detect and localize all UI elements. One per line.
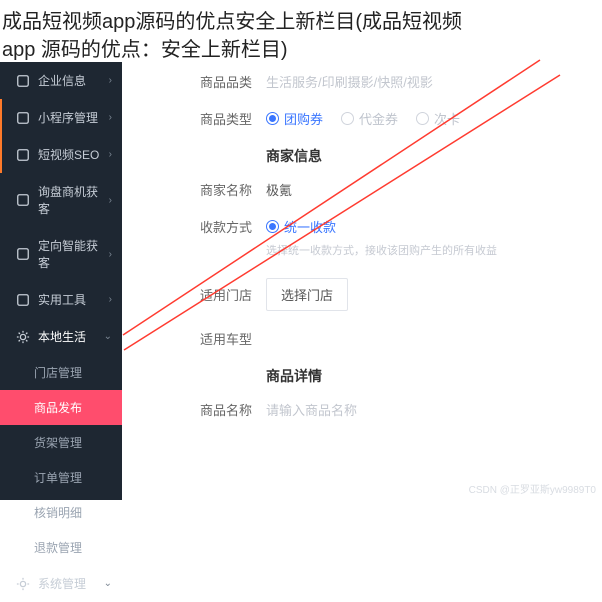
- sidebar-item-system[interactable]: 系统管理 ⌄: [0, 565, 122, 602]
- merchant-name-value[interactable]: 极氪: [266, 180, 292, 199]
- sidebar-sub-item-5[interactable]: 退款管理: [34, 530, 122, 565]
- merchant-name-label: 商家名称: [162, 180, 252, 199]
- radio-label: 团购券: [284, 109, 323, 128]
- radio-icon: [416, 112, 429, 125]
- car-type-label: 适用车型: [162, 329, 252, 348]
- tool-icon: [16, 293, 30, 307]
- grid-icon: [16, 111, 30, 125]
- sidebar-item-5[interactable]: 实用工具 ›: [0, 281, 122, 318]
- gear-icon: [16, 330, 30, 344]
- sidebar-item-label: 询盘商机获客: [38, 183, 109, 217]
- sidebar-sub-item-4[interactable]: 核销明细: [34, 495, 122, 530]
- sidebar-item-0[interactable]: 企业信息 ›: [0, 62, 122, 99]
- chevron-down-icon: ⌄: [104, 578, 112, 589]
- sidebar-sub-item-2[interactable]: 货架管理: [34, 425, 122, 460]
- sidebar-item-label: 本地生活: [38, 328, 86, 345]
- sidebar-item-label: 定向智能获客: [38, 237, 109, 271]
- chevron-right-icon: ›: [109, 149, 112, 160]
- form-content: 商品品类 生活服务/印刷摄影/快照/视影 商品类型 团购券代金券次卡 商家信息 …: [122, 62, 602, 500]
- merchant-section-title: 商家信息: [122, 146, 602, 166]
- sidebar-item-label: 小程序管理: [38, 109, 98, 126]
- product-name-input[interactable]: 请输入商品名称: [266, 400, 357, 419]
- watermark: CSDN @正罗亚斯yw9989T0: [469, 481, 596, 496]
- sidebar-item-1[interactable]: 小程序管理 ›: [0, 99, 122, 136]
- chevron-right-icon: ›: [109, 195, 112, 206]
- sidebar-item-label: 系统管理: [38, 575, 86, 592]
- payment-label: 收款方式: [162, 217, 252, 236]
- video-icon: [16, 148, 30, 162]
- sidebar-item-2[interactable]: 短视频SEO ›: [0, 136, 122, 173]
- store-label: 适用门店: [162, 285, 252, 304]
- radio-icon: [266, 112, 279, 125]
- product-type-label: 商品类型: [162, 109, 252, 128]
- sidebar-item-label: 短视频SEO: [38, 146, 99, 163]
- sidebar-item-local-life[interactable]: 本地生活 ⌄: [0, 318, 122, 355]
- sidebar-item-label: 实用工具: [38, 291, 86, 308]
- radio-label: 代金券: [359, 109, 398, 128]
- sidebar-item-3[interactable]: 询盘商机获客›: [0, 173, 122, 227]
- select-store-button[interactable]: 选择门店: [266, 278, 348, 311]
- chevron-right-icon: ›: [109, 112, 112, 123]
- radio-option[interactable]: 次卡: [416, 109, 460, 128]
- radio-icon: [266, 220, 279, 233]
- chevron-down-icon: ⌄: [104, 331, 112, 342]
- radio-label: 次卡: [434, 109, 460, 128]
- radio-label: 统一收款: [284, 217, 336, 236]
- sidebar-sub-item-3[interactable]: 订单管理: [34, 460, 122, 495]
- chevron-right-icon: ›: [109, 294, 112, 305]
- product-name-label: 商品名称: [162, 400, 252, 419]
- chevron-right-icon: ›: [109, 249, 112, 260]
- sidebar: 企业信息›小程序管理›短视频SEO›询盘商机获客›定向智能获客›实用工具› 本地…: [0, 62, 122, 500]
- radio-icon: [341, 112, 354, 125]
- sidebar-item-4[interactable]: 定向智能获客›: [0, 227, 122, 281]
- radio-option[interactable]: 团购券: [266, 109, 323, 128]
- product-category-value[interactable]: 生活服务/印刷摄影/快照/视影: [266, 72, 433, 91]
- chevron-right-icon: ›: [109, 75, 112, 86]
- gear-icon: [16, 577, 30, 591]
- target-icon: [16, 247, 30, 261]
- detail-section-title: 商品详情: [122, 366, 602, 386]
- magnifier-icon: [16, 193, 30, 207]
- radio-option[interactable]: 统一收款: [266, 217, 336, 236]
- sidebar-sub-item-0[interactable]: 门店管理: [34, 355, 122, 390]
- sidebar-sub-item-1[interactable]: 商品发布: [0, 390, 122, 425]
- product-category-label: 商品品类: [162, 72, 252, 91]
- page-title: 成品短视频app源码的优点安全上新栏目(成品短视频 app 源码的优点：安全上新…: [2, 8, 600, 64]
- radio-option[interactable]: 代金券: [341, 109, 398, 128]
- building-icon: [16, 74, 30, 88]
- payment-note: 选择统一收款方式，接收该团购产生的所有收益: [122, 242, 602, 258]
- sidebar-item-label: 企业信息: [38, 72, 86, 89]
